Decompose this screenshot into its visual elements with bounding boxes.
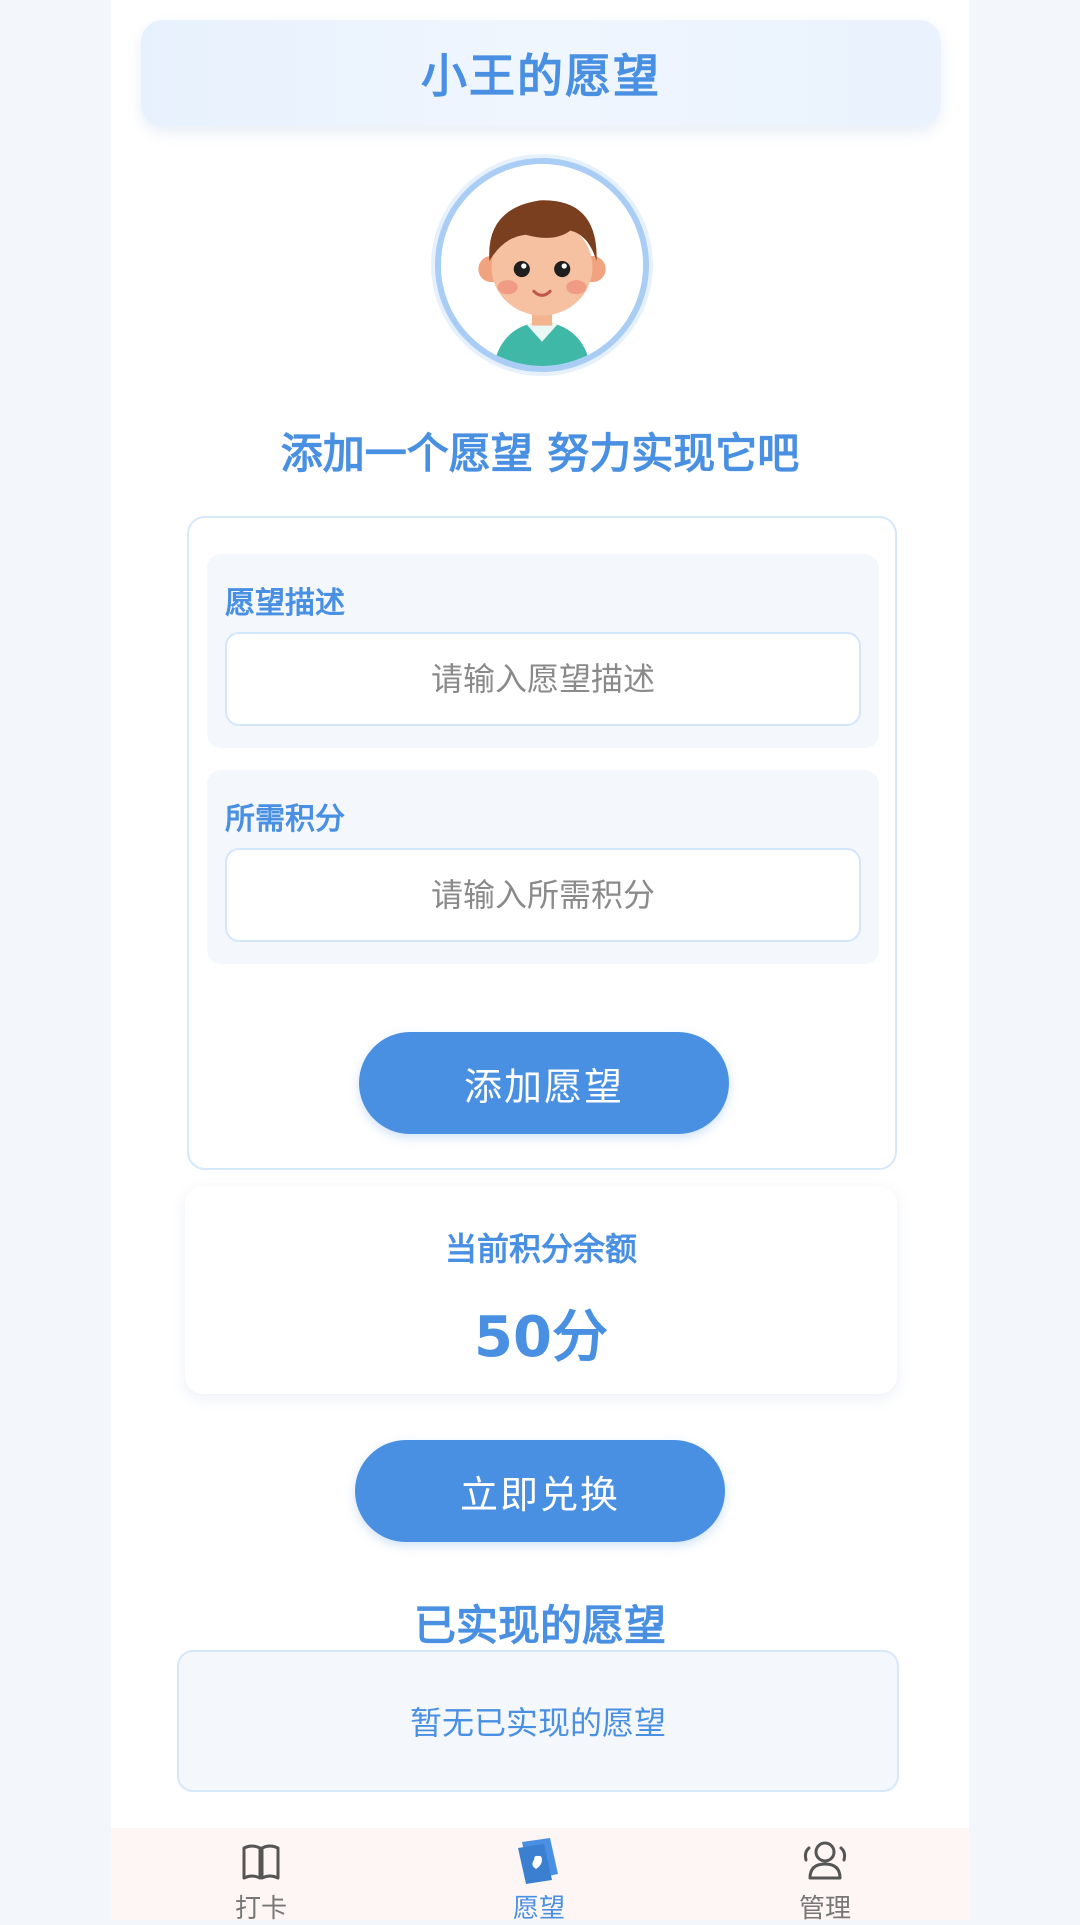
tab-label-wishes: 愿望: [512, 1894, 565, 1924]
description-field-group: 愿望描述: [207, 554, 879, 748]
app-screen: 小王的愿望 添加一个愿望 努力实现它吧 愿望描述 请输入愿望描述 所需积分 请输…: [111, 0, 969, 1924]
boy-avatar-illustration: [441, 164, 643, 366]
description-input[interactable]: [225, 632, 861, 726]
points-input[interactable]: [225, 848, 861, 942]
tab-label-manage: 管理: [798, 1894, 851, 1924]
balance-value: 50分: [474, 1305, 608, 1370]
fulfilled-wishes-title: 已实现的愿望: [413, 1601, 666, 1650]
balance-card: 当前积分余额 50分: [185, 1186, 897, 1394]
wish-card-icon: [518, 1838, 558, 1884]
book-icon: [242, 1844, 280, 1880]
points-label: 所需积分: [225, 802, 345, 837]
avatar: [435, 158, 649, 372]
page-header: 小王的愿望: [141, 20, 941, 126]
balance-label: 当前积分余额: [444, 1230, 637, 1268]
tab-checkin[interactable]: 打卡: [161, 1828, 361, 1924]
description-label: 愿望描述: [225, 586, 345, 621]
add-wish-form: 愿望描述 所需积分 添加愿望: [187, 516, 897, 1170]
page-title: 小王的愿望: [421, 49, 661, 103]
points-field-group: 所需积分: [207, 770, 879, 964]
tab-manage[interactable]: 管理: [725, 1828, 925, 1924]
fulfilled-wishes-list: 暂无已实现的愿望: [177, 1650, 899, 1792]
bottom-tab-bar: 打卡 愿望 管理: [111, 1828, 969, 1924]
redeem-button[interactable]: 立即兑换: [355, 1440, 725, 1542]
tab-wishes[interactable]: 愿望: [439, 1828, 639, 1924]
user-manage-icon: [803, 1841, 847, 1880]
tab-label-checkin: 打卡: [234, 1894, 287, 1924]
add-wish-button[interactable]: 添加愿望: [359, 1032, 729, 1134]
slogan: 添加一个愿望 努力实现它吧: [280, 429, 800, 478]
empty-state-text: 暂无已实现的愿望: [409, 1704, 666, 1742]
